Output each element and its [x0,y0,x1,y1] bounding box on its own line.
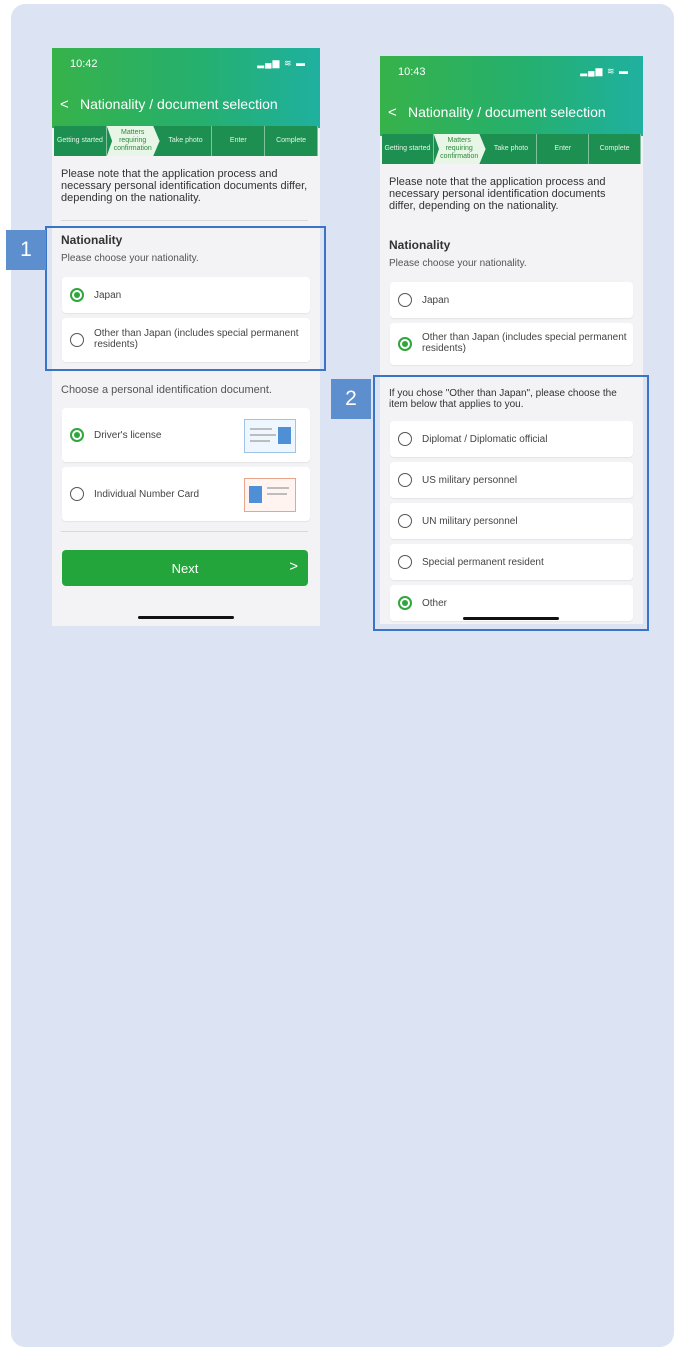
individual-number-card-image-icon [244,478,296,512]
page-title-text: Nationality / document selection [408,104,606,120]
option-label: Japan [422,295,450,306]
status-bar: 10:43 ▂▄▆ ≋ ▬ [398,66,629,80]
step-complete: Complete [265,126,318,156]
step-getting-started: Getting started [54,126,107,156]
option-label: Other than Japan (includes special perma… [422,332,627,354]
signal-wifi-battery-icon: ▂▄▆ ≋ ▬ [580,66,629,76]
progress-steps: Getting started Matters requiring confir… [54,126,318,156]
info-note: Please note that the application process… [389,176,606,212]
step-take-photo: Take photo [486,134,538,164]
document-prompt: Choose a personal identification documen… [61,384,272,396]
divider [61,220,308,221]
step-enter: Enter [537,134,590,164]
highlight-box-1 [45,226,326,371]
radio-selected-icon[interactable] [70,428,84,442]
step-getting-started: Getting started [382,134,434,164]
step-complete: Complete [589,134,641,164]
page-title: < Nationality / document selection [388,104,639,121]
option-japan[interactable]: Japan [390,282,633,318]
info-note: Please note that the application process… [61,168,308,204]
status-bar: 10:42 ▂▄▆ ≋ ▬ [70,58,306,72]
back-arrow-icon[interactable]: < [60,96,80,113]
chevron-right-icon: > [289,558,298,575]
back-arrow-icon[interactable]: < [388,104,408,121]
signal-wifi-battery-icon: ▂▄▆ ≋ ▬ [257,58,306,68]
page-title: < Nationality / document selection [60,96,316,113]
nationality-heading: Nationality [389,238,451,252]
page-title-text: Nationality / document selection [80,96,278,112]
divider [61,531,308,532]
drivers-license-image-icon [244,419,296,453]
step-badge-2: 2 [331,379,371,419]
app-header: 10:42 ▂▄▆ ≋ ▬ < Nationality / document se… [52,48,320,128]
step-take-photo: Take photo [160,126,213,156]
step-enter: Enter [212,126,266,156]
nationality-prompt: Please choose your nationality. [389,258,527,269]
option-other-than-japan[interactable]: Other than Japan (includes special perma… [390,323,633,365]
step-matters-requiring-confirmation: Matters requiring confirmation [433,134,486,164]
step-badge-1: 1 [6,230,46,270]
step-matters-requiring-confirmation: Matters requiring confirmation [106,126,160,156]
option-individual-number-card[interactable]: Individual Number Card [62,467,310,521]
radio-selected-icon[interactable] [398,337,412,351]
highlight-box-2 [373,375,649,631]
option-drivers-license[interactable]: Driver's license [62,408,310,462]
app-header: 10:43 ▂▄▆ ≋ ▬ < Nationality / document se… [380,56,643,136]
progress-steps: Getting started Matters requiring confir… [382,134,641,164]
status-time: 10:42 [70,58,98,70]
radio-unselected-icon[interactable] [70,487,84,501]
next-button[interactable]: Next > [62,550,308,586]
radio-unselected-icon[interactable] [398,293,412,307]
home-indicator [138,616,234,619]
status-time: 10:43 [398,66,426,78]
next-button-label: Next [171,560,199,576]
